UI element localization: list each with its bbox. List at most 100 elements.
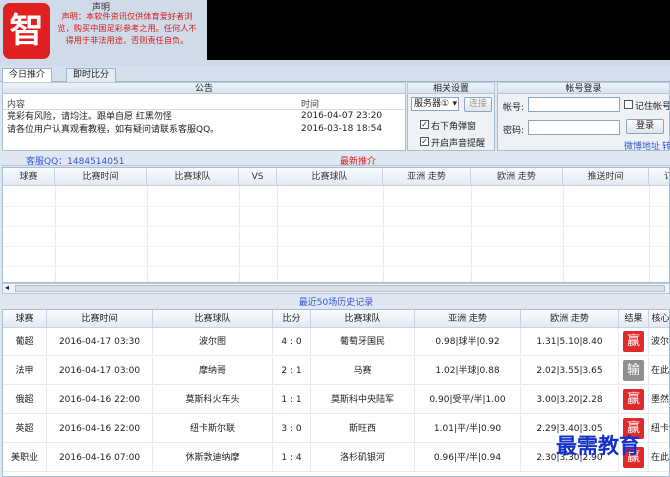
remember-checkbox[interactable] <box>624 100 633 109</box>
password-input[interactable] <box>528 120 620 135</box>
col-header[interactable]: 比赛球队 <box>147 168 239 186</box>
history-col-header[interactable]: 球赛 <box>3 310 47 328</box>
header-bar: 智 声明 声明：本软件资讯仅供体育爱好者浏览，购买中国足彩参考之用。任何人不得用… <box>0 0 670 66</box>
video-panel <box>207 0 670 60</box>
history-home-cell: 休斯敦迪纳摩 <box>153 444 273 472</box>
app-logo: 智 <box>3 3 50 59</box>
settings-panel: 相关设置 服务器① ▾ 连接 ✓ 右下角弹窗 ✓ 开启声音提醒 <box>407 82 495 151</box>
result-badge: 输 <box>623 360 644 381</box>
history-home-cell: 摩纳哥 <box>153 357 273 385</box>
password-label: 密码: <box>503 126 525 136</box>
tab-live-score[interactable]: 即时比分 <box>66 68 117 82</box>
login-title: 帐号登录 <box>497 82 670 94</box>
tab-today[interactable]: 今日推介 <box>2 68 53 82</box>
history-league-cell: 英超 <box>3 415 47 443</box>
col-header[interactable]: 推送时间 <box>563 168 649 186</box>
server-select[interactable]: 服务器① ▾ <box>411 97 459 111</box>
history-result-cell: 赢 <box>619 386 649 414</box>
history-col-header[interactable]: 比分 <box>273 310 311 328</box>
history-col-header[interactable]: 核心 <box>649 310 669 328</box>
col-header[interactable]: 球赛 <box>3 168 55 186</box>
history-title: 最近50场历史记录 <box>298 298 374 308</box>
history-col-header[interactable]: 结果 <box>619 310 649 328</box>
recommend-table: 球赛 比赛时间 比赛球队 VS 比赛球队 亚洲 走势 欧洲 走势 推送时间 订 <box>2 167 670 283</box>
sound-checkbox[interactable]: ✓ <box>420 137 429 146</box>
history-core-cell: 纽卡 <box>649 415 669 443</box>
history-asia-cell: 0.96|平/半|0.94 <box>415 444 521 472</box>
history-home-cell: 莫斯科火车头 <box>153 386 273 414</box>
history-result-cell: 输 <box>619 357 649 385</box>
history-away-cell: 洛杉矶银河 <box>311 444 415 472</box>
notice-text: 声明：本软件资讯仅供体育爱好者浏览，购买中国足彩参考之用。任何人不得用于非法用途… <box>57 11 197 45</box>
col-header[interactable]: 欧洲 走势 <box>471 168 563 186</box>
history-time-cell: 2016-04-16 22:00 <box>47 415 153 443</box>
announce-row-content[interactable]: 竞彩有风险，请均注。跟单自愿 红黑勿怪 <box>7 111 172 123</box>
col-header[interactable]: 比赛时间 <box>55 168 147 186</box>
history-away-cell: 马赛 <box>311 357 415 385</box>
announce-row-content[interactable]: 请各位用户认真观看教程，如有疑问请联系客服QQ。 <box>7 124 219 136</box>
history-euro-cell: 3.00|3.20|2.28 <box>521 386 619 414</box>
popup-label: 右下角弹窗 <box>431 122 477 132</box>
col-header[interactable]: 亚洲 走势 <box>383 168 471 186</box>
history-time-cell: 2016-04-16 07:00 <box>47 444 153 472</box>
history-col-header[interactable]: 亚洲 走势 <box>415 310 521 328</box>
history-asia-cell: 1.01|平/半|0.90 <box>415 415 521 443</box>
history-time-cell: 2016-04-17 03:00 <box>47 357 153 385</box>
history-asia-cell: 0.90|受平/半|1.00 <box>415 386 521 414</box>
history-col-header[interactable]: 比赛球队 <box>311 310 415 328</box>
history-asia-cell: 1.02|半球|0.88 <box>415 357 521 385</box>
scroll-thumb[interactable] <box>15 285 665 292</box>
username-label: 帐号: <box>503 103 525 113</box>
history-home-cell: 波尔图 <box>153 328 273 356</box>
recommend-bar: 客服QQ：1484514051 最新推介 <box>2 153 670 167</box>
history-col-header[interactable]: 比赛时间 <box>47 310 153 328</box>
history-col-header[interactable]: 欧洲 走势 <box>521 310 619 328</box>
chevron-down-icon: ▾ <box>452 99 457 109</box>
weibo-link[interactable]: 微博地址 <box>624 139 660 152</box>
announcement-title: 公告 <box>2 82 406 94</box>
watermark: 最需教育 <box>556 433 640 458</box>
tab-bar: 今日推介 即时比分 <box>0 66 670 82</box>
history-asia-cell: 0.98|球半|0.92 <box>415 328 521 356</box>
history-euro-cell: 1.31|5.10|8.40 <box>521 328 619 356</box>
col-header[interactable]: 比赛球队 <box>277 168 383 186</box>
col-header[interactable]: VS <box>239 168 277 186</box>
history-core-cell: 在此 <box>649 444 669 472</box>
history-time-cell: 2016-04-16 22:00 <box>47 386 153 414</box>
divider <box>3 109 405 110</box>
history-col-header[interactable]: 比赛球队 <box>153 310 273 328</box>
service-qq: 客服QQ：1484514051 <box>26 157 125 167</box>
announce-row-time: 2016-03-18 18:54 <box>301 124 383 134</box>
history-score-cell: 1 : 1 <box>273 386 311 414</box>
announce-row-time: 2016-04-07 23:20 <box>301 111 383 121</box>
history-league-cell: 俄超 <box>3 386 47 414</box>
history-score-cell: 4 : 0 <box>273 328 311 356</box>
history-core-cell: 在此 <box>649 357 669 385</box>
history-time-cell: 2016-04-17 03:30 <box>47 328 153 356</box>
result-badge: 赢 <box>623 389 644 410</box>
history-result-cell: 赢 <box>619 328 649 356</box>
history-league-cell: 葡超 <box>3 328 47 356</box>
recommend-title: 最新推介 <box>340 157 377 167</box>
scroll-left-icon[interactable]: ◂ <box>5 283 9 292</box>
login-button[interactable]: 登录 <box>626 119 664 134</box>
sound-label: 开启声音提醒 <box>431 139 486 149</box>
connect-button[interactable]: 连接 <box>464 97 492 112</box>
history-league-cell: 美职业 <box>3 444 47 472</box>
history-away-cell: 斯旺西 <box>311 415 415 443</box>
server-select-value: 服务器① <box>414 99 450 109</box>
login-panel: 帐号登录 帐号: 记住帐号 密码: 登录 微博地址 转 <box>497 82 670 152</box>
history-score-cell: 2 : 1 <box>273 357 311 385</box>
announcement-panel: 公告 内容 时间 竞彩有风险，请均注。跟单自愿 红黑勿怪 2016-04-07 … <box>2 82 406 151</box>
settings-title: 相关设置 <box>407 82 495 94</box>
col-header[interactable]: 订 <box>649 168 669 186</box>
username-input[interactable] <box>528 97 620 112</box>
history-score-cell: 3 : 0 <box>273 415 311 443</box>
popup-checkbox[interactable]: ✓ <box>420 120 429 129</box>
history-core-cell: 墨然 <box>649 386 669 414</box>
history-away-cell: 葡萄牙国民 <box>311 328 415 356</box>
history-league-cell: 法甲 <box>3 357 47 385</box>
extra-link[interactable]: 转 <box>662 139 670 152</box>
history-home-cell: 纽卡斯尔联 <box>153 415 273 443</box>
horizontal-scrollbar[interactable]: ◂ <box>2 283 670 294</box>
